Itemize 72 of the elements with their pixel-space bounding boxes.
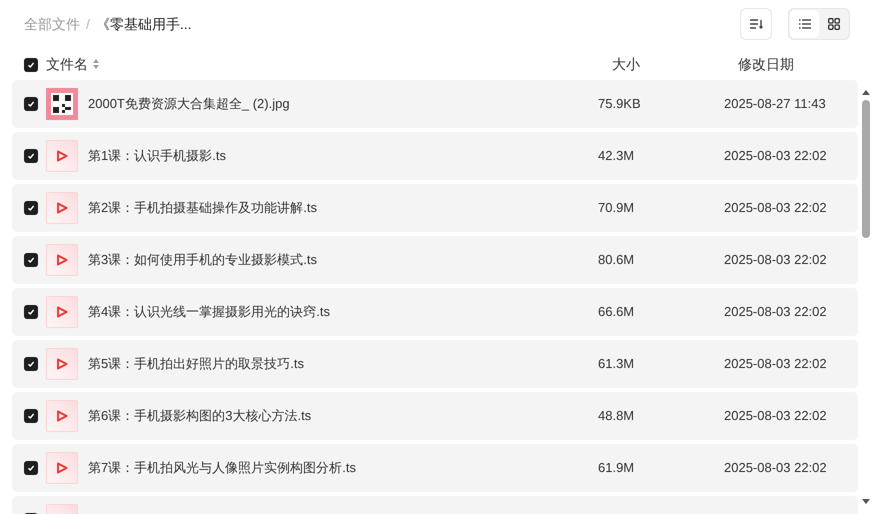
image-thumbnail (46, 88, 78, 120)
file-size: 48.8M (598, 408, 634, 424)
checkbox[interactable] (24, 409, 38, 423)
column-header[interactable]: 大小 (612, 56, 640, 72)
check-icon (27, 60, 35, 68)
file-name[interactable]: 第7课：手机拍风光与人像照片实例构图分析.ts (88, 460, 356, 476)
check-icon (27, 100, 35, 108)
checkbox[interactable] (24, 97, 38, 111)
checkbox[interactable] (24, 58, 38, 72)
check-icon (27, 464, 35, 472)
video-file-icon (46, 452, 78, 484)
modified-date: 2025-08-03 22:02 (724, 356, 827, 372)
file-row[interactable]: 2000T免费资源大合集超全_ (2).jpg 75.9KB 2025-08-27 11:43 (12, 80, 858, 128)
modified-date: 2025-08-03 22:02 (724, 408, 827, 424)
column-header[interactable]: 修改日期 (738, 56, 794, 72)
check-icon (27, 152, 35, 160)
file-size: 66.6M (598, 304, 634, 320)
file-name[interactable]: 第4课：认识光线一掌握摄影用光的诀窍.ts (88, 304, 330, 320)
file-name[interactable]: 第6课：手机摄影构图的3大核心方法.ts (88, 408, 312, 424)
file-row[interactable]: 第4课：认识光线一掌握摄影用光的诀窍.ts 66.6M 2025-08-03 22:02 (12, 288, 858, 336)
file-size: 42.3M (598, 148, 634, 164)
checkbox[interactable] (24, 149, 38, 163)
check-icon (27, 204, 35, 212)
checkbox[interactable] (24, 357, 38, 371)
video-file-icon (46, 400, 78, 432)
check-icon (27, 360, 35, 368)
file-row[interactable]: 第1课：认识手机摄影.ts 42.3M 2025-08-03 22:02 (12, 132, 858, 180)
file-row[interactable]: 第2课：手机拍摄基础操作及功能讲解.ts 70.9M 2025-08-03 22:02 (12, 184, 858, 232)
sort-icon (749, 18, 763, 30)
scroll-up-icon[interactable] (861, 88, 871, 96)
modified-date: 2025-08-27 11:43 (724, 96, 826, 112)
file-size: 80.6M (598, 252, 634, 268)
file-row[interactable]: 第5课：手机拍出好照片的取景技巧.ts 61.3M 2025-08-03 22:02 (12, 340, 858, 388)
file-size: 75.9KB (598, 96, 641, 112)
file-row[interactable]: 第3课：如何使用手机的专业摄影模式.ts 80.6M 2025-08-03 22:02 (12, 236, 858, 284)
scrollbar-thumb[interactable] (862, 100, 870, 238)
checkbox[interactable] (24, 305, 38, 319)
video-file-icon (46, 244, 78, 276)
list-view-button[interactable] (790, 10, 819, 38)
grid-icon (828, 18, 840, 30)
sort-icon[interactable] (92, 58, 100, 70)
video-file-icon (46, 296, 78, 328)
check-icon (27, 412, 35, 420)
checkbox[interactable] (24, 253, 38, 267)
file-size: 61.3M (598, 356, 634, 372)
file-size: 70.9M (598, 200, 634, 216)
modified-date: 2025-08-03 22:02 (724, 252, 827, 268)
modified-date: 2025-08-03 22:02 (724, 148, 827, 164)
check-icon (27, 256, 35, 264)
file-name[interactable]: 2000T免费资源大合集超全_ (2).jpg (88, 96, 290, 112)
modified-date: 2025-08-03 22:02 (724, 200, 827, 216)
modified-date: 2025-08-03 22:02 (724, 460, 827, 476)
breadcrumb-separator: / (86, 14, 90, 34)
modified-date: 2025-08-03 22:02 (724, 304, 827, 320)
file-name[interactable]: 第2课：手机拍摄基础操作及功能讲解.ts (88, 200, 317, 216)
file-name[interactable]: 第1课：认识手机摄影.ts (88, 148, 226, 164)
video-file-icon (46, 192, 78, 224)
sort-button[interactable] (740, 8, 772, 40)
list-icon (798, 19, 810, 29)
file-name[interactable]: 第5课：手机拍出好照片的取景技巧.ts (88, 356, 304, 372)
file-name[interactable]: 第3课：如何使用手机的专业摄影模式.ts (88, 252, 317, 268)
checkbox[interactable] (24, 461, 38, 475)
file-row[interactable]: 第7课：手机拍风光与人像照片实例构图分析.ts 61.9M 2025-08-03 22:02 (12, 444, 858, 492)
video-file-icon (46, 348, 78, 380)
column-header[interactable]: 文件名 (46, 54, 88, 74)
check-icon (27, 308, 35, 316)
file-size: 61.9M (598, 460, 634, 476)
file-row[interactable]: 第6课：手机摄影构图的3大核心方法.ts 48.8M 2025-08-03 22:02 (12, 392, 858, 440)
video-file-icon (46, 140, 78, 172)
scroll-down-icon[interactable] (861, 498, 871, 506)
checkbox[interactable] (24, 201, 38, 215)
breadcrumb-item[interactable]: 《零基础用手... (96, 14, 192, 34)
